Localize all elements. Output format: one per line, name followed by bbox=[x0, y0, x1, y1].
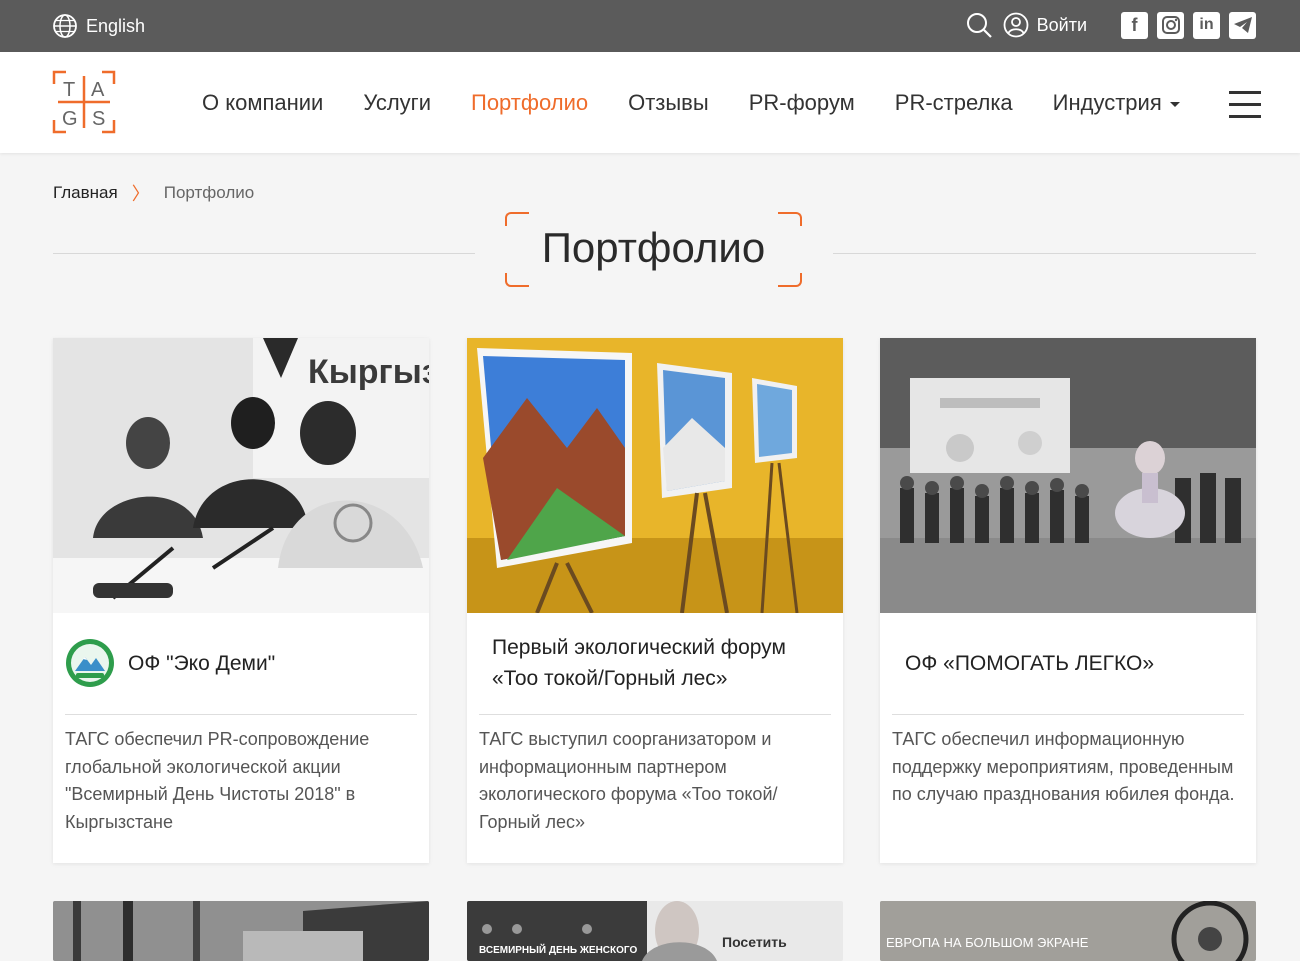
svg-text:T: T bbox=[63, 79, 75, 101]
nav-item-pr-strelka[interactable]: PR-стрелка bbox=[895, 90, 1013, 116]
svg-text:G: G bbox=[62, 108, 78, 130]
card-title: ОФ «ПОМОГАТЬ ЛЕГКО» bbox=[905, 651, 1155, 675]
card-photo bbox=[53, 901, 429, 961]
card-divider bbox=[479, 714, 831, 715]
nav-item-pr-forum[interactable]: PR-форум bbox=[749, 90, 855, 116]
portfolio-card[interactable]: ЕВРОПА НА БОЛЬШОМ ЭКРАНЕ bbox=[880, 901, 1256, 961]
chevron-down-icon bbox=[1169, 101, 1180, 107]
banner-label: Посетить bbox=[722, 934, 787, 950]
breadcrumb-current: Портфолио bbox=[163, 183, 255, 202]
portfolio-card[interactable]: ВСЕМИРНЫЙ ДЕНЬ ЖЕНСКОГО Посетить bbox=[467, 901, 843, 961]
nav-item-services[interactable]: Услуги bbox=[363, 90, 431, 116]
login-button[interactable]: Войти bbox=[1003, 12, 1087, 38]
eco-demi-logo bbox=[66, 639, 114, 687]
card-photo bbox=[467, 338, 843, 613]
search-icon[interactable] bbox=[965, 11, 993, 39]
page-title-section: Портфолио bbox=[53, 212, 1256, 288]
login-label: Войти bbox=[1036, 14, 1087, 35]
breadcrumb-home[interactable]: Главная bbox=[53, 183, 118, 203]
card-description: ТАГС обеспечил информационную поддержку … bbox=[892, 729, 1235, 804]
nav-item-industry[interactable]: Индустрия bbox=[1053, 90, 1180, 116]
title-divider-left bbox=[53, 253, 475, 254]
page-title: Портфолио bbox=[541, 224, 766, 271]
card-description: ТАГС выступил соорганизатором и информац… bbox=[479, 729, 778, 832]
card-title-row: Первый экологический форум «Тоо токой/Го… bbox=[467, 613, 843, 713]
card-title-row: ОФ "Эко Деми" bbox=[53, 613, 429, 713]
portfolio-card[interactable]: Кыргызста ОФ "Эко Деми" ТАГС обеспечил P… bbox=[53, 338, 429, 863]
facebook-icon[interactable]: f bbox=[1121, 11, 1148, 39]
svg-text:A: A bbox=[91, 79, 105, 101]
title-frame: Портфолио bbox=[505, 212, 802, 287]
linkedin-icon[interactable]: in bbox=[1193, 11, 1220, 39]
breadcrumb-separator: 〉 bbox=[131, 184, 150, 204]
card-photo bbox=[880, 338, 1256, 613]
portfolio-card[interactable]: ОФ «ПОМОГАТЬ ЛЕГКО» ТАГС обеспечил инфор… bbox=[880, 338, 1256, 863]
language-label: English bbox=[86, 15, 146, 36]
hamburger-menu-icon[interactable] bbox=[1229, 91, 1261, 118]
main-nav: О компании Услуги Портфолио Отзывы PR-фо… bbox=[202, 90, 1220, 116]
card-title: ОФ "Эко Деми" bbox=[128, 651, 276, 675]
nav-item-portfolio[interactable]: Портфолио bbox=[471, 90, 588, 116]
svg-text:S: S bbox=[92, 108, 105, 130]
title-divider-right bbox=[833, 253, 1256, 254]
card-title: Первый экологический форум «Тоо токой/Го… bbox=[492, 636, 786, 690]
portfolio-card[interactable] bbox=[53, 901, 429, 961]
instagram-icon[interactable] bbox=[1157, 11, 1184, 39]
photo-banner-text: Кыргызста bbox=[308, 353, 429, 391]
card-description: ТАГС обеспечил PR-сопровождение глобальн… bbox=[65, 729, 370, 832]
banner-caption: ВСЕМИРНЫЙ ДЕНЬ ЖЕНСКОГО bbox=[479, 943, 637, 956]
main-header: T A G S О компании Услуги Портфолио Отзы… bbox=[0, 52, 1300, 153]
banner-caption: ЕВРОПА НА БОЛЬШОМ ЭКРАНЕ bbox=[886, 935, 1089, 950]
card-photo: Кыргызста bbox=[53, 338, 429, 613]
card-title-row: ОФ «ПОМОГАТЬ ЛЕГКО» bbox=[880, 613, 1256, 713]
language-switcher[interactable]: English bbox=[52, 13, 145, 39]
card-divider bbox=[892, 714, 1244, 715]
card-photo: ЕВРОПА НА БОЛЬШОМ ЭКРАНЕ bbox=[880, 901, 1256, 961]
globe-icon bbox=[53, 14, 77, 38]
tags-logo[interactable]: T A G S bbox=[52, 70, 116, 134]
nav-item-reviews[interactable]: Отзывы bbox=[628, 90, 709, 116]
card-divider bbox=[65, 714, 417, 715]
nav-item-about[interactable]: О компании bbox=[202, 90, 323, 116]
portfolio-card[interactable]: Первый экологический форум «Тоо токой/Го… bbox=[467, 338, 843, 863]
card-photo: ВСЕМИРНЫЙ ДЕНЬ ЖЕНСКОГО Посетить bbox=[467, 901, 843, 961]
telegram-icon[interactable] bbox=[1229, 11, 1256, 39]
top-bar: English Войти f in bbox=[0, 0, 1300, 52]
breadcrumb: Главная 〉 Портфолио bbox=[53, 180, 254, 206]
nav-item-industry-label: Индустрия bbox=[1052, 90, 1162, 115]
user-icon bbox=[1003, 12, 1029, 38]
